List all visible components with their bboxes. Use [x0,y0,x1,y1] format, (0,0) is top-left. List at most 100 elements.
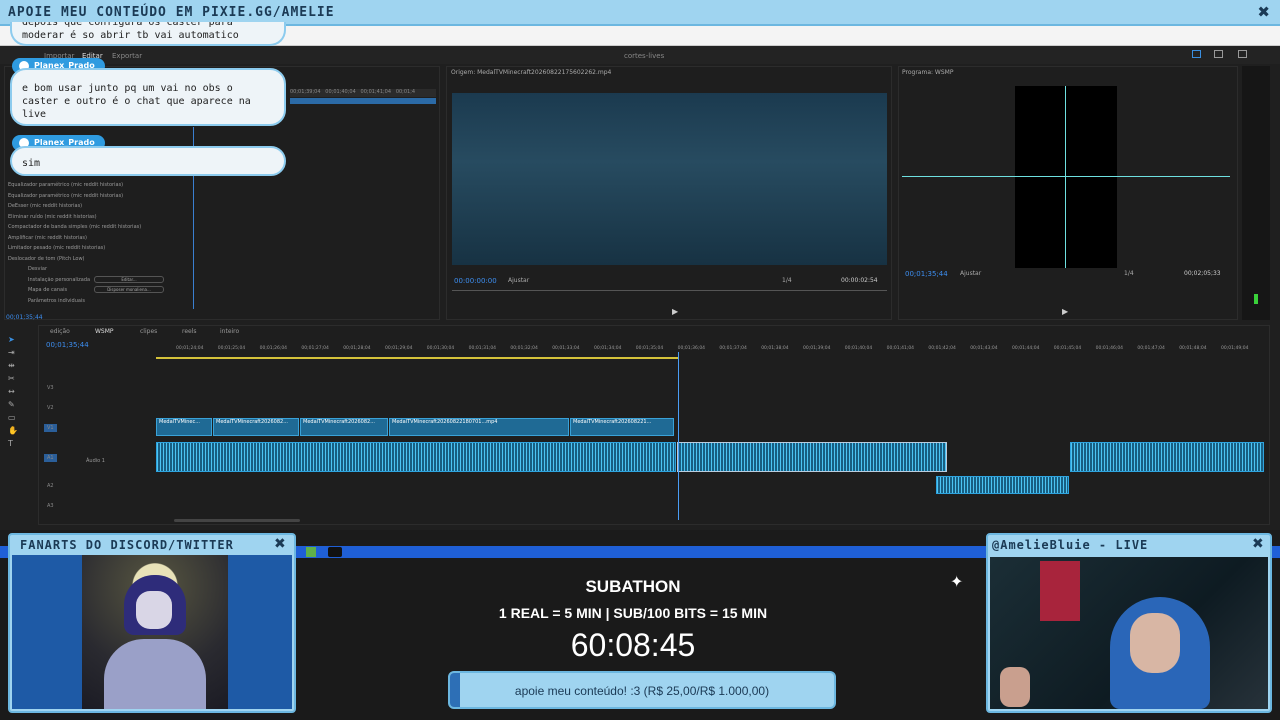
timeline-tab-reels[interactable]: reels [182,328,197,335]
track-select-icon[interactable]: ⇥ [8,348,22,361]
source-title: Origem: MedalTVMinecraft2026082217560226… [451,69,612,76]
ruler-tick: 00;01;42;04 [928,346,956,351]
source-scrubber[interactable] [452,290,887,291]
program-title: Programa: WSMP [902,69,954,76]
waveform [937,477,1068,493]
razor-icon[interactable]: ✂ [8,374,22,387]
track-label-a2[interactable]: A2 [44,482,57,490]
webcam-card: @AmelieBluie - LIVE ✖ [986,533,1272,713]
fanart-title: FANARTS DO DISCORD/TWITTER [20,538,234,552]
goal-bar: apoie meu conteúdo! :3 (R$ 25,00/R$ 1.00… [448,671,836,709]
program-fit-select[interactable]: Ajustar [960,270,981,277]
type-tool-icon[interactable]: T [8,439,22,452]
source-timecode[interactable]: 00:00:00:00 [454,277,497,285]
track-label-a3[interactable]: A3 [44,502,57,510]
ruler-tick: 00;01;40;04 [844,346,873,351]
video-clip[interactable]: MedalTVMinecraft2026082... [300,418,388,436]
effect-item[interactable]: Compactador de banda simples (mic reddit… [8,222,188,233]
webcam-title: @AmelieBluie - LIVE [992,538,1149,552]
sparkle-icon: ✦ [950,572,964,591]
rectangle-icon[interactable]: ▭ [8,413,22,426]
fullscreen-icon[interactable] [1238,50,1247,58]
audio-clip-selected[interactable] [677,442,947,472]
timeline-tab-clipes[interactable]: clipes [140,328,157,335]
timeline-scrollbar[interactable] [174,519,300,522]
ruler-tick: 00;01;49;04 [1221,346,1249,351]
ruler-tick: 00;01;27;04 [301,346,329,351]
menu-export[interactable]: Exportar [112,52,142,60]
close-icon: ✖ [1257,3,1270,21]
share-icon[interactable] [1214,50,1223,58]
goal-text: apoie meu conteúdo! :3 (R$ 25,00/R$ 1.00… [514,684,770,698]
edit-button[interactable]: Editar... [94,276,164,283]
pen-icon[interactable]: ✎ [8,400,22,413]
program-scale-select[interactable]: 1/4 [1124,270,1134,277]
ruler-tick: 00;01;25;04 [217,346,246,351]
effect-item[interactable]: Eliminar ruído (mic reddit historias) [8,212,188,223]
timeline-tab-edicao[interactable]: edição [50,328,70,335]
audio-clip[interactable] [1070,442,1264,472]
video-clip[interactable]: MedalTVMinecraft2026082... [213,418,299,436]
ruler-tick: 00;01;30;04 [426,346,455,351]
effect-param: Parâmetros individuais [28,297,85,304]
video-clip[interactable]: MedalTVMinecraft20260822180701...mp4 [389,418,569,436]
fanart-image [82,555,228,709]
chat-text: depois que configura os caster para mode… [22,22,239,41]
ruler-tick: 00;01;26;04 [259,346,288,351]
subathon-title: SUBATHON [585,577,681,596]
safe-guide-vertical [1065,86,1066,268]
effect-item[interactable]: DeEsser (mic reddit historias) [8,201,188,212]
source-scale-select[interactable]: 1/4 [782,277,792,284]
fanart-frame [12,555,292,709]
streamer-hand [1000,667,1030,707]
timeline-ruler[interactable]: 00;01;24;04 00;01;25;04 00;01;26;04 00;01;2… [156,346,1266,356]
banner-title: APOIE MEU CONTEÚDO EM PIXIE.GG/AMELIE [8,5,335,20]
ruler-tick: 00;01;32;04 [510,346,538,351]
source-fit-select[interactable]: Ajustar [508,277,529,284]
audio-meters [1242,66,1270,320]
effect-item[interactable]: Amplificar (mic reddit historias) [8,233,188,244]
meter-level [1254,294,1258,304]
track-label-v3[interactable]: V3 [44,384,57,392]
video-clip[interactable]: MedalTVMinec... [156,418,212,436]
workspace-icon[interactable] [1192,50,1201,58]
work-area-bar[interactable] [156,357,678,359]
audio-clip[interactable] [156,442,676,472]
program-timecode[interactable]: 00;01;35;44 [905,270,948,278]
hand-icon[interactable]: ✋ [8,426,22,439]
poster [1040,561,1080,621]
selection-tool-icon[interactable]: ➤ [8,335,22,348]
playhead[interactable] [678,352,679,520]
subathon-timer: 60:08:45 [570,627,696,663]
slip-icon[interactable]: ↔ [8,387,22,400]
effect-item[interactable]: Equalizador paramétrico (mic reddit hist… [8,191,188,202]
timeline-tab-inteiro[interactable]: inteiro [220,328,239,335]
timeline-timecode[interactable]: 00;01;35;44 [46,341,89,349]
audio-clip-a2[interactable] [936,476,1069,494]
webcam-feed [990,557,1268,709]
source-duration: 00:00:02:54 [841,277,878,284]
video-clip[interactable]: MedalTVMinecraft202608221... [570,418,674,436]
effect-param: Desviar [28,266,47,272]
timeline-tab-wsmp[interactable]: WSMP [95,328,114,335]
track-label-v1[interactable]: V1 [44,424,57,432]
ruler-tick: 00;01;48;04 [1179,346,1207,351]
waveform [678,443,946,471]
effect-item[interactable]: Limitador pesado (mic reddit historias) [8,243,188,254]
track-headers: V3 V2 V1 A1 A2 A3 Áudio 1 [40,378,154,518]
effect-item[interactable]: Deslocador de tom (Pitch Low) [8,254,188,265]
ruler-tick: 00;01;37;04 [719,346,747,351]
tool-strip: ➤ ⇥ ⇹ ✂ ↔ ✎ ▭ ✋ T [8,335,22,455]
ripple-icon[interactable]: ⇹ [8,361,22,374]
track-label-v2[interactable]: V2 [44,404,57,412]
channel-map-button[interactable]: Disposer monaliena... [94,286,164,293]
close-icon: ✖ [1252,536,1264,552]
program-play-icon[interactable]: ▶ [1062,307,1068,316]
track-label-a1[interactable]: A1 [44,454,57,462]
fanart-card: FANARTS DO DISCORD/TWITTER ✖ [8,533,296,713]
audio-track-name: Áudio 1 [86,458,105,464]
source-play-icon[interactable]: ▶ [672,307,678,316]
ruler-tick: 00;01;47;04 [1137,346,1165,351]
effect-item[interactable]: Equalizador paramétrico (mic reddit hist… [8,180,188,191]
subathon-rule: 1 REAL = 5 MIN | SUB/100 BITS = 15 MIN [498,605,768,621]
